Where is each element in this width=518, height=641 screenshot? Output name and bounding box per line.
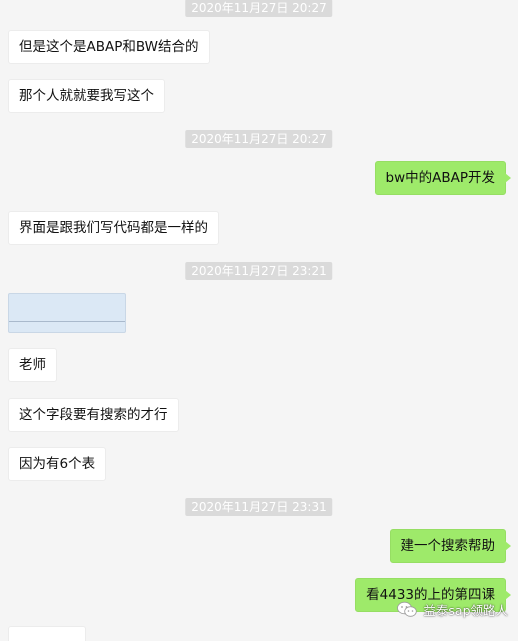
watermark-text: 益泰sap领路人	[423, 603, 508, 618]
timestamp: 2020年11月27日 20:27	[185, 130, 333, 148]
wechat-icon	[397, 601, 418, 618]
incoming-message[interactable]: 但是这个是ABAP和BW结合的	[8, 30, 210, 64]
incoming-message[interactable]: 老师	[8, 348, 57, 382]
chat-message-list[interactable]: 2020年11月27日 20:27 但是这个是ABAP和BW结合的 那个人就就要…	[0, 0, 518, 641]
incoming-message[interactable]: 界面是跟我们写代码都是一样的	[8, 211, 219, 245]
outgoing-message[interactable]: bw中的ABAP开发	[374, 161, 512, 195]
incoming-message-partial[interactable]	[8, 626, 86, 641]
incoming-message[interactable]: 因为有6个表	[8, 447, 107, 481]
watermark: 益泰sap领路人	[397, 600, 508, 619]
incoming-message[interactable]: 那个人就就要我写这个	[8, 79, 165, 113]
timestamp: 2020年11月27日 20:27	[185, 0, 333, 17]
timestamp: 2020年11月27日 23:21	[185, 262, 333, 280]
timestamp: 2020年11月27日 23:31	[185, 498, 333, 516]
outgoing-message[interactable]: 建一个搜索帮助	[389, 529, 511, 563]
image-divider	[9, 321, 125, 322]
image-message[interactable]	[8, 293, 126, 333]
incoming-message[interactable]: 这个字段要有搜索的才行	[8, 398, 179, 432]
